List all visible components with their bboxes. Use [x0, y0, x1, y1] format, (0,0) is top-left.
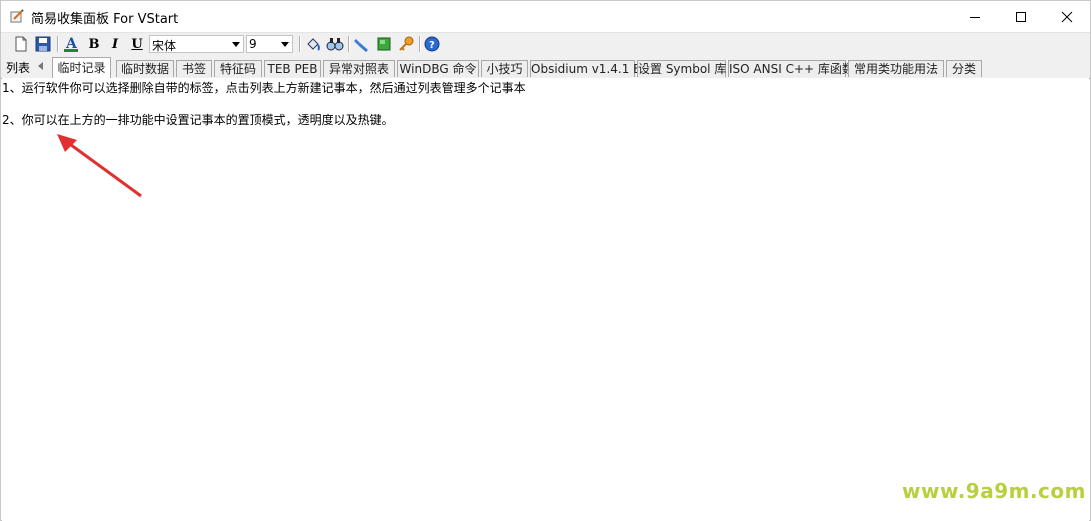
tab-bookmarks[interactable]: 书签 [176, 60, 212, 77]
maximize-icon [1016, 11, 1026, 22]
tab-windbg[interactable]: WinDBG 命令 [397, 60, 479, 77]
help-icon: ? [424, 36, 440, 52]
underline-button[interactable]: U [128, 35, 146, 53]
help-button[interactable]: ? [423, 35, 441, 53]
chevron-down-icon [232, 42, 240, 47]
svg-text:?: ? [429, 40, 435, 51]
editor-line: 1、运行软件你可以选择删除自带的标签，点击列表上方新建记事本，然后通过列表管理多… [2, 81, 526, 95]
green-box-icon [377, 37, 391, 51]
window-title: 简易收集面板 For VStart [31, 12, 179, 27]
toolbar-separator [419, 36, 421, 52]
tab-teb-peb[interactable]: TEB PEB [264, 60, 321, 77]
font-size-select[interactable]: 9 [246, 35, 293, 53]
new-file-icon [15, 36, 27, 52]
tab-signatures[interactable]: 特征码 [214, 60, 262, 77]
toolbar-separator [299, 36, 301, 52]
paint-bucket-icon [307, 38, 320, 51]
tab-iso-cpp[interactable]: ISO ANSI C++ 库函数 [728, 60, 854, 77]
tab-temp-notes[interactable]: 临时记录 [52, 57, 111, 78]
tab-temp-data[interactable]: 临时数据 [116, 60, 174, 77]
save-button[interactable] [34, 35, 52, 53]
tab-bar: 列表 临时记录 临时数据 书签 特征码 TEB PEB 异常对照表 WinDBG… [1, 55, 1090, 79]
font-color-button[interactable]: A [62, 35, 80, 53]
tab-common-classes[interactable]: 常用类功能用法 [848, 60, 944, 77]
tab-symbol[interactable]: 设置 Symbol 库 [637, 60, 726, 77]
tab-obsidium[interactable]: Obsidium v1.4.1 B5 [530, 60, 649, 77]
font-size-value: 9 [249, 37, 257, 51]
watermark: www.9a9m.com [902, 479, 1086, 503]
tab-tips[interactable]: 小技巧 [481, 60, 528, 77]
font-name-value: 宋体 [152, 39, 177, 53]
close-icon [1061, 11, 1073, 22]
toolbar: A B I U 宋体 9 ? [1, 32, 1090, 56]
green-box-button[interactable] [375, 35, 393, 53]
key-icon [399, 36, 414, 51]
app-window: 简易收集面板 For VStart A B I U 宋体 9 ? 列表 临时记录… [0, 0, 1091, 521]
toolbar-separator [348, 36, 350, 52]
italic-button[interactable]: I [106, 35, 124, 53]
scroll-left-icon[interactable] [38, 62, 43, 70]
key-button[interactable] [397, 35, 415, 53]
annotation-arrow [57, 134, 142, 198]
list-tab-label[interactable]: 列表 [6, 59, 30, 76]
note-editor[interactable]: 1、运行软件你可以选择删除自带的标签，点击列表上方新建记事本，然后通过列表管理多… [2, 78, 1089, 521]
font-color-icon: A [64, 36, 78, 52]
maximize-button[interactable] [998, 1, 1044, 32]
title-bar: 简易收集面板 For VStart [1, 1, 1090, 32]
font-name-select[interactable]: 宋体 [149, 35, 244, 53]
paint-bucket-button[interactable] [304, 35, 322, 53]
tools-icon [354, 39, 368, 52]
bold-button[interactable]: B [85, 35, 103, 53]
tools-button[interactable] [353, 35, 371, 53]
app-icon [10, 9, 24, 23]
close-button[interactable] [1044, 1, 1090, 32]
tab-exceptions[interactable]: 异常对照表 [323, 60, 395, 77]
tab-categories[interactable]: 分类 [946, 60, 982, 77]
minimize-icon [970, 16, 980, 18]
toolbar-separator [57, 36, 59, 52]
find-icon [326, 38, 344, 51]
find-button[interactable] [326, 35, 344, 53]
minimize-button[interactable] [952, 1, 998, 32]
save-icon [35, 36, 51, 52]
chevron-down-icon [281, 42, 289, 47]
new-file-button[interactable] [12, 35, 30, 53]
